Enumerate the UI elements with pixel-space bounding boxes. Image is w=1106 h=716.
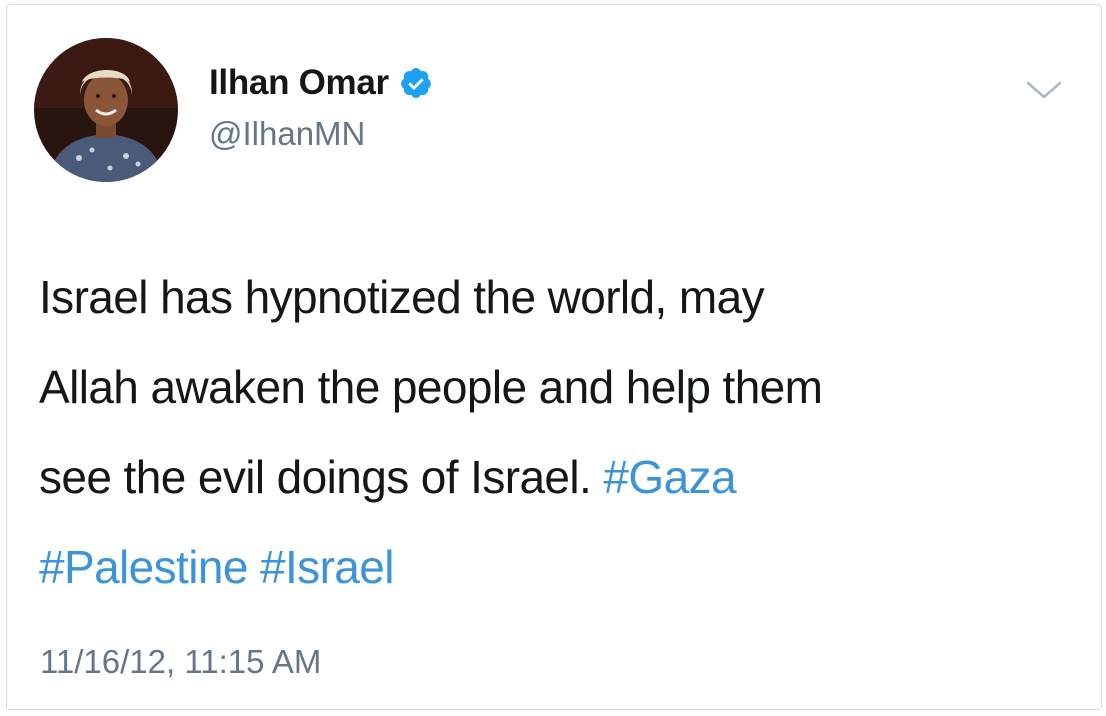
avatar-image	[34, 38, 178, 182]
chevron-down-icon[interactable]	[1024, 77, 1064, 103]
hashtag-israel-link[interactable]: #Israel	[260, 541, 394, 593]
hashtag-gaza-link[interactable]: #Gaza	[603, 451, 736, 503]
tweet-timestamp[interactable]: 11/16/12, 11:15 AM	[40, 643, 321, 681]
tweet-text-line: Allah awaken the people and help them	[39, 361, 823, 413]
author-name-row[interactable]: Ilhan Omar	[209, 63, 433, 103]
display-name[interactable]: Ilhan Omar	[209, 63, 389, 103]
author-handle[interactable]: @IlhanMN	[209, 115, 365, 153]
avatar[interactable]	[34, 38, 178, 182]
tweet-text-line: Israel has hypnotized the world, may	[39, 271, 765, 323]
tweet-card: Ilhan Omar @IlhanMN Israel has hypnotize…	[6, 4, 1102, 710]
verified-badge-icon	[399, 66, 433, 100]
tweet-text-line: #Palestine #Israel	[39, 522, 1079, 612]
hashtag-palestine-link[interactable]: #Palestine	[39, 541, 248, 593]
tweet-text-segment: see the evil doings of Israel.	[39, 451, 592, 503]
tweet-text: Israel has hypnotized the world, may All…	[39, 252, 1079, 612]
tweet-text-line: see the evil doings of Israel. #Gaza	[39, 432, 1079, 522]
